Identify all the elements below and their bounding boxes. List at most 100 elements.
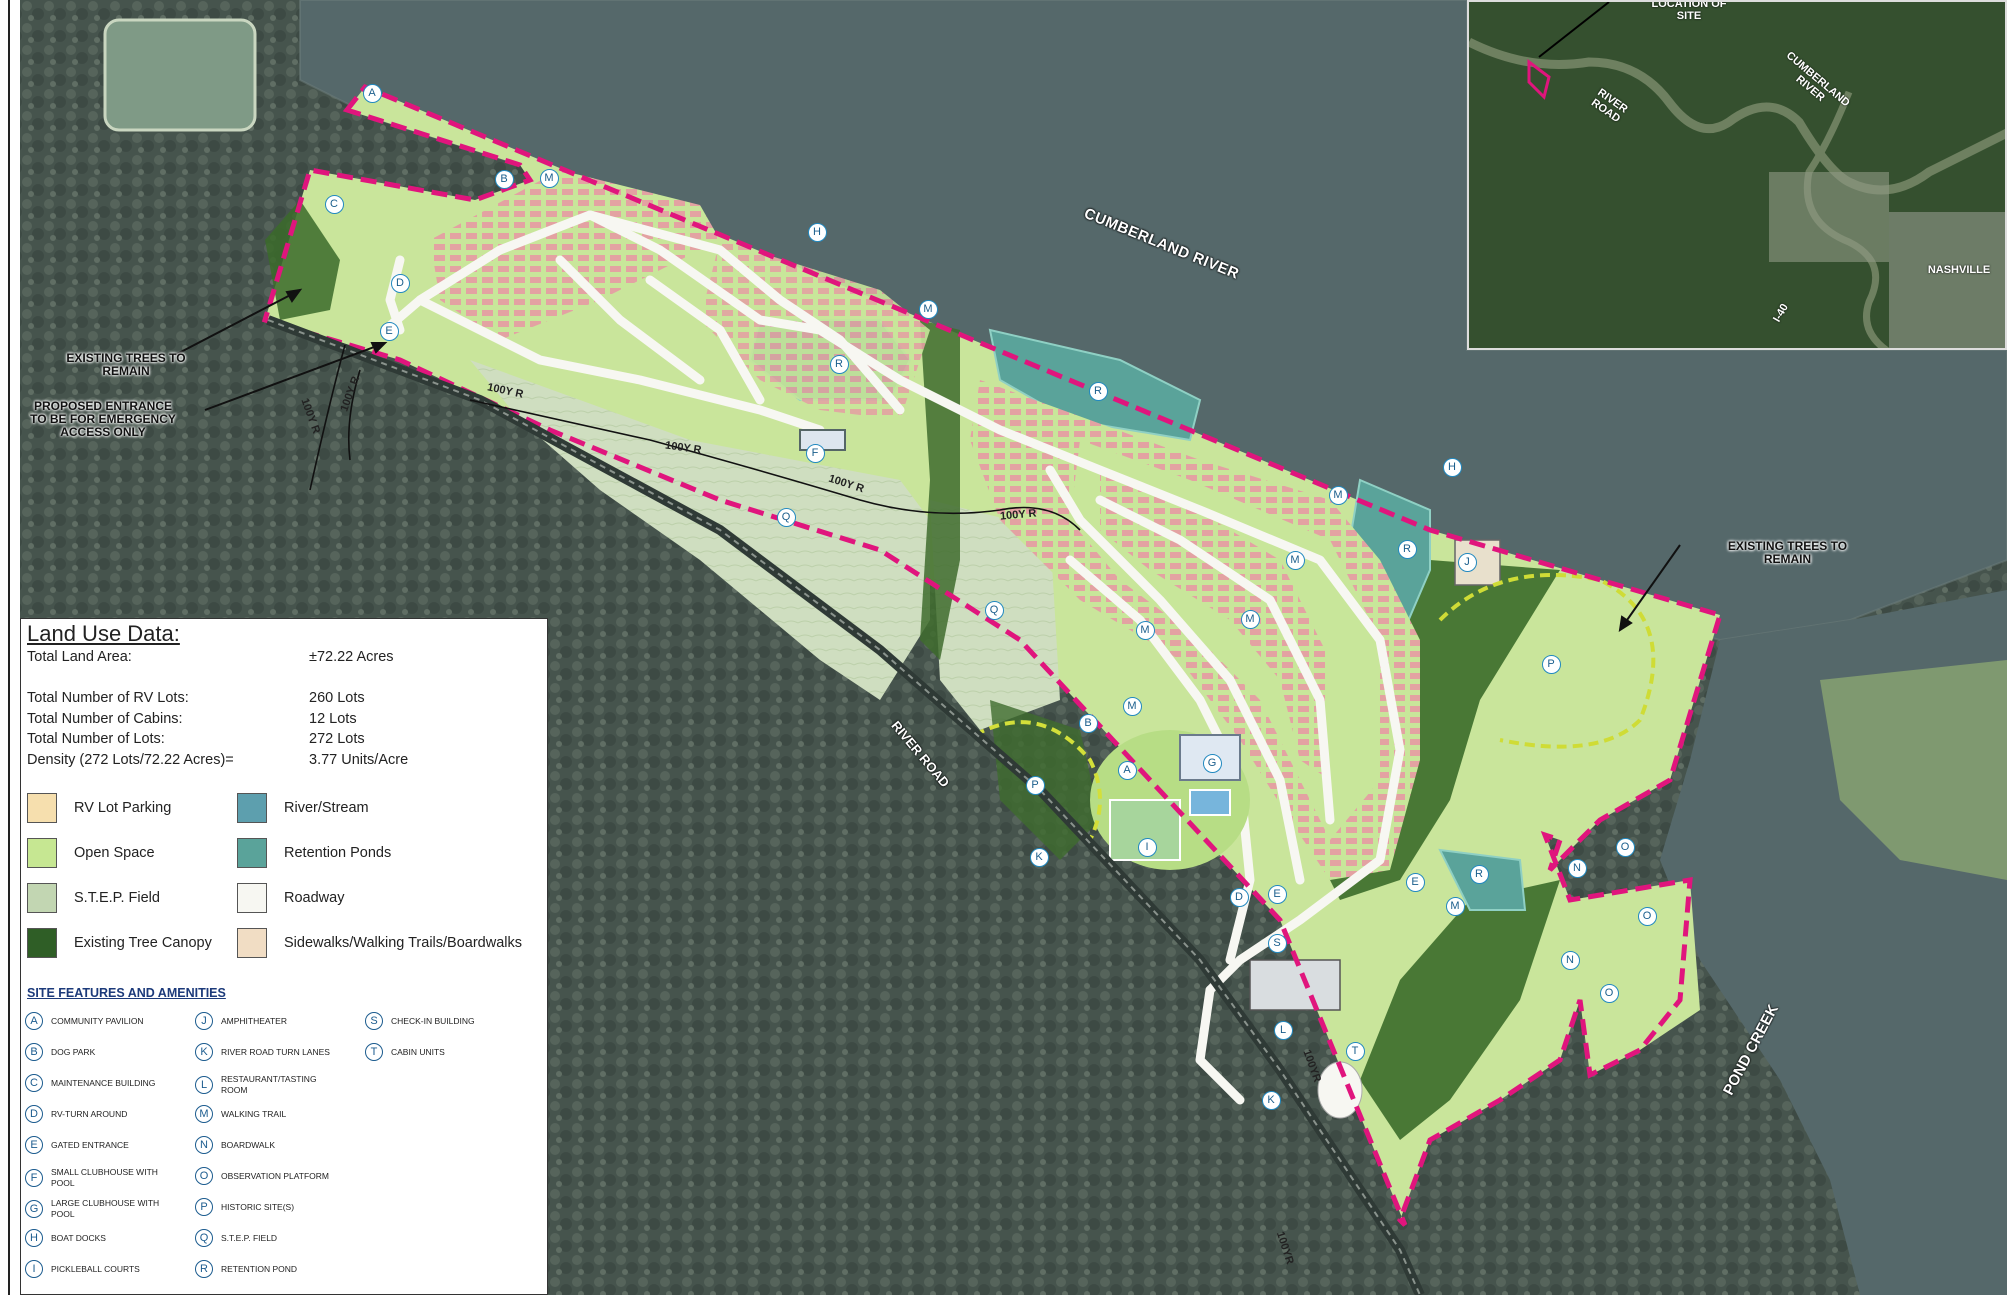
feature-label: LARGE CLUBHOUSE WITH POOL [51, 1198, 160, 1219]
marker-i[interactable]: I [1137, 837, 1157, 857]
marker-b[interactable]: B [494, 169, 514, 189]
feature-label: BOARDWALK [221, 1139, 276, 1150]
feature-label: WALKING TRAIL [221, 1108, 287, 1119]
land-use-row-value: 3.77 Units/Acre [309, 752, 409, 768]
swatch-label: Roadway [284, 890, 345, 906]
land-use-legend: Land Use Data: Total Land Area: ±72.22 A… [20, 618, 548, 1295]
swatch-rv-lot-parking [27, 793, 57, 823]
swatch-label: Existing Tree Canopy [74, 935, 212, 951]
marker-c[interactable]: C [324, 194, 344, 214]
swatch-tree-canopy [27, 928, 57, 958]
marker-e[interactable]: E [1267, 884, 1287, 904]
feature-label: BOAT DOCKS [51, 1232, 106, 1243]
swatch-sidewalks [237, 928, 267, 958]
feature-item: F SMALL CLUBHOUSE WITH POOL [25, 1167, 169, 1189]
feature-item: E GATED ENTRANCE [25, 1136, 169, 1154]
swatch-roadway [237, 883, 267, 913]
feature-label: PICKLEBALL COURTS [51, 1263, 140, 1274]
marker-h[interactable]: H [807, 222, 827, 242]
marker-d[interactable]: D [1229, 887, 1249, 907]
marker-m[interactable]: M [1445, 896, 1465, 916]
land-use-row-label: Total Land Area: [27, 649, 132, 665]
feature-item: C MAINTENANCE BUILDING [25, 1074, 169, 1092]
feature-badge: D [25, 1105, 43, 1123]
land-use-row-label: Total Number of Lots: [27, 731, 165, 747]
marker-a[interactable]: A [1117, 760, 1137, 780]
marker-f[interactable]: F [805, 443, 825, 463]
swatch-label: Open Space [74, 845, 155, 861]
marker-j[interactable]: J [1457, 552, 1477, 572]
feature-item: J AMPHITHEATER [195, 1012, 339, 1030]
feature-item: D RV-TURN AROUND [25, 1105, 169, 1123]
marker-d[interactable]: D [390, 273, 410, 293]
marker-r[interactable]: R [1469, 864, 1489, 884]
marker-m[interactable]: M [1285, 550, 1305, 570]
marker-o[interactable]: O [1637, 906, 1657, 926]
feature-label: MAINTENANCE BUILDING [51, 1077, 156, 1088]
feature-label: DOG PARK [51, 1046, 96, 1057]
feature-badge: I [25, 1260, 43, 1278]
marker-e[interactable]: E [379, 321, 399, 341]
feature-badge: O [195, 1167, 213, 1185]
swatch-label: S.T.E.P. Field [74, 890, 160, 906]
feature-badge: K [195, 1043, 213, 1061]
feature-item: B DOG PARK [25, 1043, 169, 1061]
marker-l[interactable]: L [1273, 1020, 1293, 1040]
feature-badge: E [25, 1136, 43, 1154]
site-features-title: SITE FEATURES AND AMENITIES [27, 986, 226, 1000]
feature-label: RESTAURANT/TASTING ROOM [221, 1074, 317, 1095]
feature-item: Q S.T.E.P. FIELD [195, 1229, 339, 1247]
feature-label: OBSERVATION PLATFORM [221, 1170, 329, 1181]
marker-m[interactable]: M [918, 299, 938, 319]
feature-badge: M [195, 1105, 213, 1123]
land-use-row-label: Density (272 Lots/72.22 Acres)= [27, 752, 234, 768]
inset-nashville-label: NASHVILLE [1927, 264, 1991, 276]
land-use-row-value: ±72.22 Acres [309, 649, 394, 665]
feature-label: CABIN UNITS [391, 1046, 445, 1057]
marker-q[interactable]: Q [984, 600, 1004, 620]
feature-badge: P [195, 1198, 213, 1216]
marker-o[interactable]: O [1615, 837, 1635, 857]
feature-item: R RETENTION POND [195, 1260, 339, 1278]
feature-badge: G [25, 1200, 43, 1218]
marker-t[interactable]: T [1345, 1041, 1365, 1061]
marker-m[interactable]: M [1328, 485, 1348, 505]
marker-r[interactable]: R [829, 354, 849, 374]
marker-a[interactable]: A [362, 83, 382, 103]
feature-item: A COMMUNITY PAVILION [25, 1012, 169, 1030]
land-use-row-value: 272 Lots [309, 731, 365, 747]
marker-m[interactable]: M [539, 168, 559, 188]
marker-p[interactable]: P [1541, 654, 1561, 674]
marker-k[interactable]: K [1261, 1090, 1281, 1110]
swatch-retention-ponds [237, 838, 267, 868]
feature-badge: H [25, 1229, 43, 1247]
swatch-open-space [27, 838, 57, 868]
marker-n[interactable]: N [1567, 858, 1587, 878]
marker-m[interactable]: M [1240, 609, 1260, 629]
marker-r[interactable]: R [1397, 539, 1417, 559]
feature-label: AMPHITHEATER [221, 1015, 287, 1026]
feature-label: SMALL CLUBHOUSE WITH POOL [51, 1167, 158, 1188]
marker-h[interactable]: H [1442, 457, 1462, 477]
marker-p[interactable]: P [1025, 775, 1045, 795]
marker-o[interactable]: O [1599, 983, 1619, 1003]
marker-k[interactable]: K [1029, 847, 1049, 867]
feature-badge: T [365, 1043, 383, 1061]
marker-q[interactable]: Q [776, 507, 796, 527]
marker-g[interactable]: G [1202, 753, 1222, 773]
marker-m[interactable]: M [1135, 620, 1155, 640]
location-inset-map: LOCATION OF SITE RIVER ROAD CUMBERLAND R… [1467, 0, 2007, 350]
feature-item: M WALKING TRAIL [195, 1105, 339, 1123]
marker-b[interactable]: B [1078, 713, 1098, 733]
feature-item: O OBSERVATION PLATFORM [195, 1167, 339, 1185]
marker-r[interactable]: R [1088, 381, 1108, 401]
feature-label: RETENTION POND [221, 1263, 298, 1274]
feature-label: HISTORIC SITE(S) [221, 1201, 295, 1212]
existing-trees-label-left: EXISTING TREES TO REMAIN [66, 351, 186, 378]
sheet-border [0, 0, 20, 1295]
land-use-row-label: Total Number of Cabins: [27, 711, 183, 727]
marker-s[interactable]: S [1267, 933, 1287, 953]
marker-n[interactable]: N [1560, 950, 1580, 970]
marker-m[interactable]: M [1122, 696, 1142, 716]
marker-e[interactable]: E [1405, 872, 1425, 892]
